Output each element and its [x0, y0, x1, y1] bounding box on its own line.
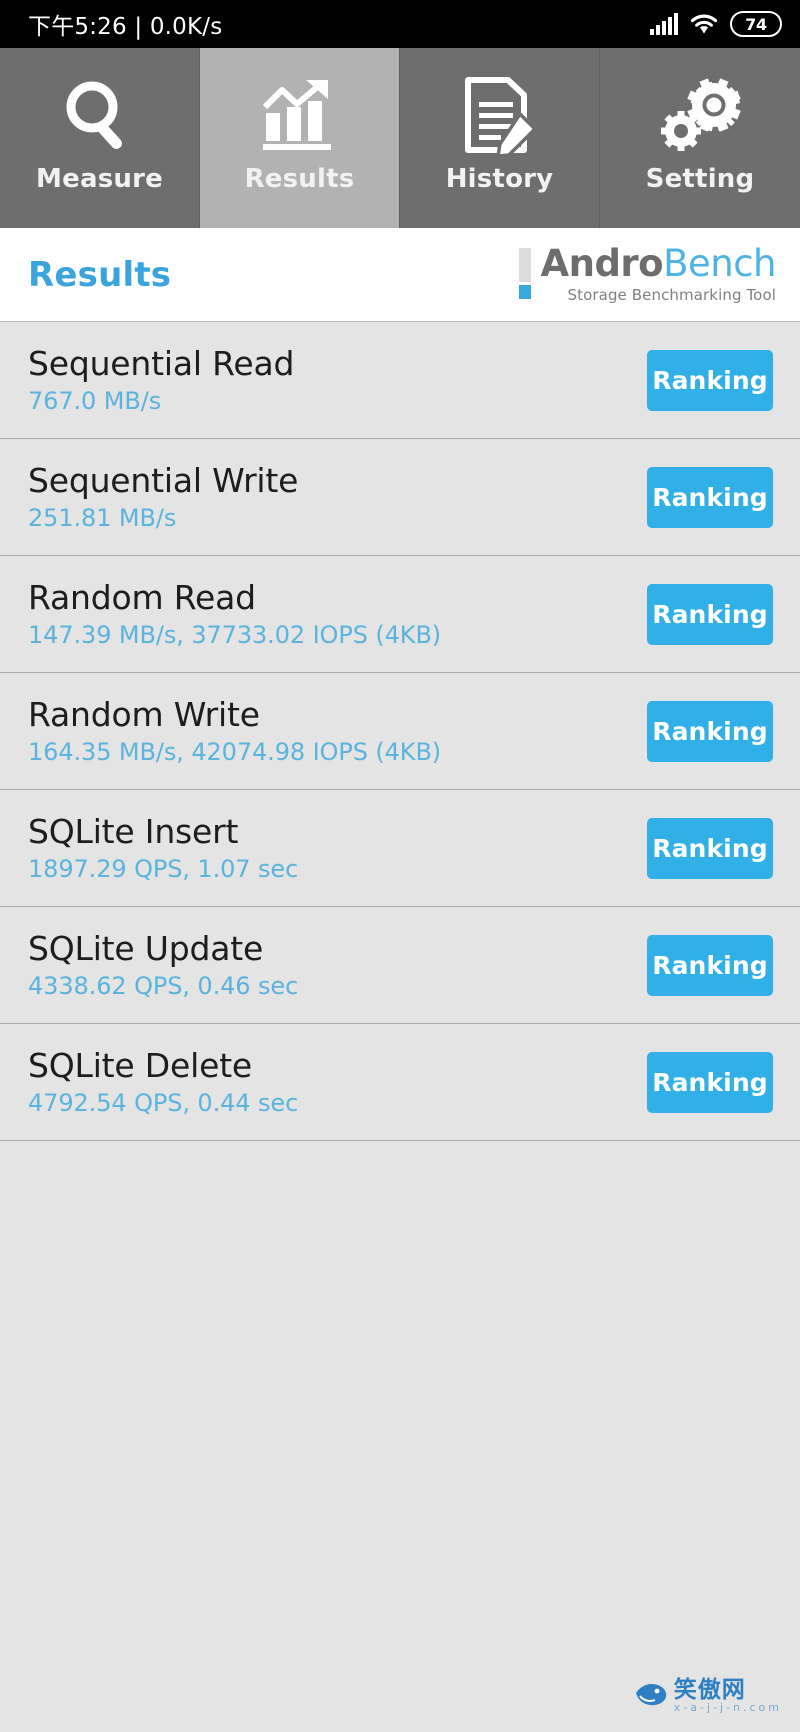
- androbench-logo: AndroBench Storage Benchmarking Tool: [519, 245, 776, 304]
- watermark-sub-text: x-a-j-j-n.com: [673, 1701, 782, 1715]
- page-title: Results: [28, 254, 172, 295]
- logo-bars-icon: [519, 245, 532, 299]
- result-row-random-read[interactable]: Random Read 147.39 MB/s, 37733.02 IOPS (…: [0, 556, 800, 673]
- ranking-button[interactable]: Ranking: [647, 349, 773, 411]
- magnifier-icon: [61, 74, 139, 160]
- ranking-button[interactable]: Ranking: [647, 583, 773, 645]
- result-title: Sequential Write: [28, 460, 299, 500]
- result-title: Random Write: [28, 694, 260, 734]
- app-screen: 下午5:26 | 0.0K/s 74 Measure Results Histo…: [0, 0, 800, 1732]
- logo-subtitle: Storage Benchmarking Tool: [567, 286, 776, 304]
- ranking-button[interactable]: Ranking: [647, 817, 773, 879]
- tab-setting[interactable]: Setting: [600, 48, 800, 228]
- logo-andro-text: Andro: [540, 242, 664, 285]
- tab-results-label: Results: [244, 164, 355, 194]
- status-bar: 下午5:26 | 0.0K/s 74: [0, 0, 800, 48]
- tab-results[interactable]: Results: [200, 48, 400, 228]
- result-value: 4338.62 QPS, 0.46 sec: [28, 972, 299, 1001]
- ranking-button[interactable]: Ranking: [647, 700, 773, 762]
- battery-level-text: 74: [745, 14, 767, 34]
- empty-content-area: 笑傲网 x-a-j-j-n.com: [0, 1141, 800, 1732]
- result-title: SQLite Insert: [28, 811, 239, 851]
- status-time-and-network: 下午5:26 | 0.0K/s: [28, 14, 223, 40]
- watermark-main-text: 笑傲网: [673, 1677, 746, 1704]
- site-watermark: 笑傲网 x-a-j-j-n.com: [634, 1678, 782, 1714]
- tab-history-label: History: [445, 164, 554, 194]
- bar-chart-arrow-icon: [260, 74, 340, 160]
- status-icons: 74: [650, 11, 782, 37]
- result-title: SQLite Delete: [28, 1045, 253, 1085]
- result-value: 767.0 MB/s: [28, 387, 162, 416]
- result-row-random-write[interactable]: Random Write 164.35 MB/s, 42074.98 IOPS …: [0, 673, 800, 790]
- result-value: 147.39 MB/s, 37733.02 IOPS (4KB): [28, 621, 442, 650]
- results-list: Sequential Read 767.0 MB/s Ranking Seque…: [0, 322, 800, 1141]
- result-title: Random Read: [28, 577, 256, 617]
- result-title: Sequential Read: [28, 343, 295, 383]
- result-title: SQLite Update: [28, 928, 264, 968]
- result-value: 1897.29 QPS, 1.07 sec: [28, 855, 299, 884]
- results-header: Results AndroBench Storage Benchmarking …: [0, 228, 800, 322]
- main-tab-bar: Measure Results History Setting: [0, 48, 800, 228]
- result-row-sqlite-update[interactable]: SQLite Update 4338.62 QPS, 0.46 sec Rank…: [0, 907, 800, 1024]
- tab-setting-label: Setting: [645, 164, 755, 194]
- watermark-bird-icon: [634, 1680, 668, 1712]
- ranking-button[interactable]: Ranking: [647, 934, 773, 996]
- logo-bench-text: Bench: [663, 242, 776, 285]
- tab-measure[interactable]: Measure: [0, 48, 200, 228]
- result-row-sequential-read[interactable]: Sequential Read 767.0 MB/s Ranking: [0, 322, 800, 439]
- gears-icon: [658, 74, 742, 160]
- result-value: 4792.54 QPS, 0.44 sec: [28, 1089, 299, 1118]
- result-value: 164.35 MB/s, 42074.98 IOPS (4KB): [28, 738, 442, 767]
- result-row-sequential-write[interactable]: Sequential Write 251.81 MB/s Ranking: [0, 439, 800, 556]
- document-pencil-icon: [460, 74, 540, 160]
- result-value: 251.81 MB/s: [28, 504, 177, 533]
- result-row-sqlite-delete[interactable]: SQLite Delete 4792.54 QPS, 0.44 sec Rank…: [0, 1024, 800, 1141]
- wifi-icon: [689, 13, 719, 35]
- result-row-sqlite-insert[interactable]: SQLite Insert 1897.29 QPS, 1.07 sec Rank…: [0, 790, 800, 907]
- ranking-button[interactable]: Ranking: [647, 1051, 773, 1113]
- ranking-button[interactable]: Ranking: [647, 466, 773, 528]
- signal-bars-icon: [650, 13, 678, 35]
- tab-measure-label: Measure: [36, 164, 163, 194]
- battery-indicator: 74: [730, 11, 782, 37]
- tab-history[interactable]: History: [400, 48, 600, 228]
